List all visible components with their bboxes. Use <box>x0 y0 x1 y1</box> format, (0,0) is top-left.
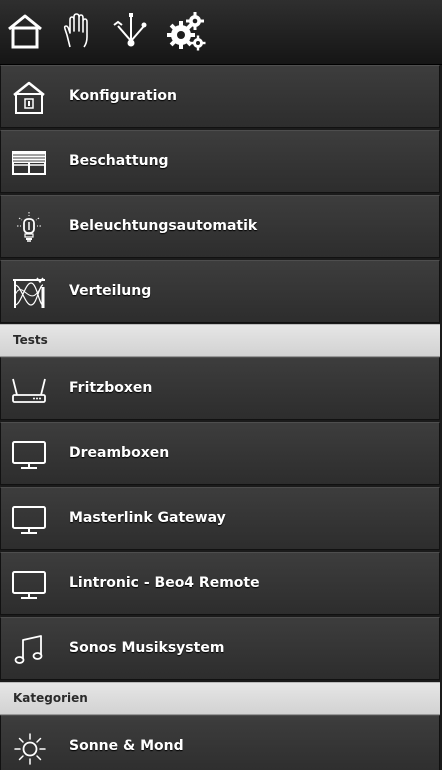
settings-button[interactable] <box>163 8 209 54</box>
bulb-icon <box>9 208 49 248</box>
distribution-icon <box>9 273 49 313</box>
home-button[interactable] <box>2 8 48 54</box>
music-note-icon <box>9 630 49 670</box>
menu-item-label: Sonne & Mond <box>69 738 184 754</box>
menu-item-label: Beschattung <box>69 153 169 169</box>
app-window: Konfiguration Beschattung Beleuchtungsau… <box>0 0 442 770</box>
top-toolbar <box>0 0 442 65</box>
monitor-icon <box>9 500 49 540</box>
menu-item-sonos-musiksystem[interactable]: Sonos Musiksystem <box>0 617 440 680</box>
menu-item-lintronic-beo4-remote[interactable]: Lintronic - Beo4 Remote <box>0 552 440 615</box>
section-title: Tests <box>13 333 48 347</box>
hand-icon <box>63 13 88 48</box>
menu-item-label: Masterlink Gateway <box>69 510 226 526</box>
section-title: Kategorien <box>13 691 88 705</box>
menu-item-label: Konfiguration <box>69 88 177 104</box>
monitor-icon <box>9 435 49 475</box>
network-icon <box>113 13 147 47</box>
menu-item-label: Sonos Musiksystem <box>69 640 225 656</box>
menu-item-beleuchtungsautomatik[interactable]: Beleuchtungsautomatik <box>0 195 440 258</box>
menu-item-label: Lintronic - Beo4 Remote <box>69 575 260 591</box>
home-icon <box>8 14 42 49</box>
section-header-tests: Tests <box>0 324 440 357</box>
sun-icon <box>9 728 49 768</box>
section-header-kategorien: Kategorien <box>0 682 440 715</box>
menu-item-dreamboxen[interactable]: Dreamboxen <box>0 422 440 485</box>
menu-item-beschattung[interactable]: Beschattung <box>0 130 440 193</box>
menu-item-label: Fritzboxen <box>69 380 153 396</box>
menu-item-konfiguration[interactable]: Konfiguration <box>0 65 440 128</box>
menu-item-sonne-mond[interactable]: Sonne & Mond <box>0 715 440 770</box>
shutter-icon <box>9 143 49 183</box>
house-config-icon <box>9 78 49 118</box>
router-icon <box>9 370 49 410</box>
menu-item-label: Verteilung <box>69 283 152 299</box>
gears-icon <box>167 12 206 51</box>
manual-control-button[interactable] <box>54 8 100 54</box>
menu-item-label: Dreamboxen <box>69 445 170 461</box>
menu-item-fritzboxen[interactable]: Fritzboxen <box>0 357 440 420</box>
network-button[interactable] <box>108 8 154 54</box>
menu-item-verteilung[interactable]: Verteilung <box>0 260 440 323</box>
monitor-icon <box>9 565 49 605</box>
menu-item-masterlink-gateway[interactable]: Masterlink Gateway <box>0 487 440 550</box>
menu-item-label: Beleuchtungsautomatik <box>69 218 258 234</box>
